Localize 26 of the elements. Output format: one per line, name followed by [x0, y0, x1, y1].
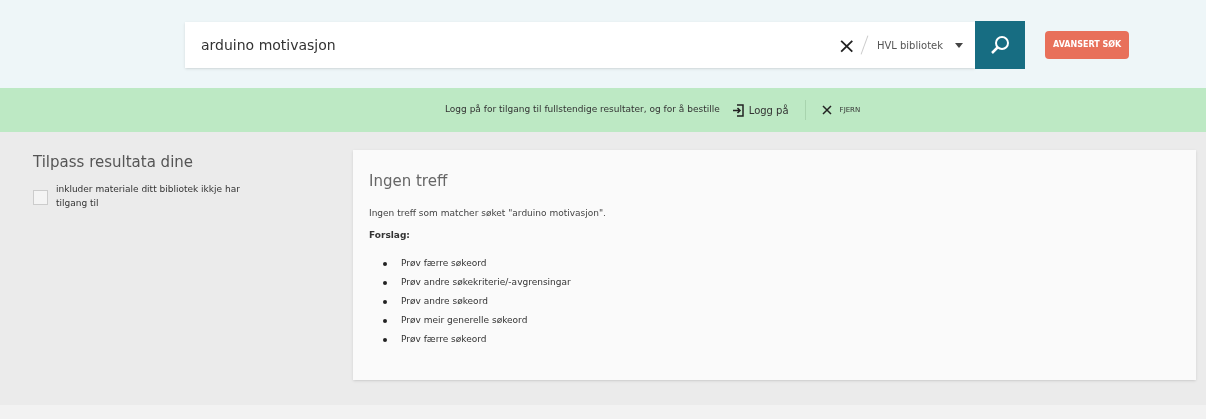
- bullet-icon: [383, 300, 387, 304]
- results-title: Ingen treff: [369, 171, 449, 192]
- caret-icon: [955, 42, 963, 48]
- results-message: Ingen treff som matcher søket "arduino motivasjon".: [369, 206, 607, 220]
- suggestion: Prøv færre søkeord: [401, 257, 487, 271]
- suggestion: Prøv andre søkekriterie/-avgrensingar: [401, 276, 571, 290]
- login-icon: [731, 103, 745, 117]
- bullet-icon: [383, 262, 387, 266]
- clear-button[interactable]: ×: [829, 28, 864, 62]
- bullet-icon: [383, 319, 387, 323]
- bullet-icon: [383, 338, 387, 342]
- login-link[interactable]: Logg på: [731, 102, 789, 118]
- filters-title: Tilpass resultata dine: [33, 152, 195, 173]
- search-button[interactable]: [975, 21, 1025, 69]
- suggestions-title: Forslag:: [369, 229, 411, 242]
- close-icon: [821, 105, 832, 115]
- checkbox-label: inkluder materiale ditt bibliotek ikkje har tilgang til: [56, 182, 241, 210]
- suggestion: Prøv andre søkeord: [401, 295, 488, 309]
- suggestion: Prøv færre søkeord: [401, 333, 487, 347]
- scope-dropdown[interactable]: HVL bibliotek: [864, 37, 975, 53]
- checkbox[interactable]: [33, 189, 48, 205]
- search-field[interactable]: arduino motivasjon × HVL bibliotek: [185, 22, 975, 68]
- suggestion: Prøv meir generelle søkeord: [401, 314, 528, 328]
- search-icon: [990, 35, 1010, 55]
- bullet-icon: [383, 281, 387, 285]
- banner-text: Logg på for tilgang til fullstendige resultater, og for å bestille: [445, 103, 720, 117]
